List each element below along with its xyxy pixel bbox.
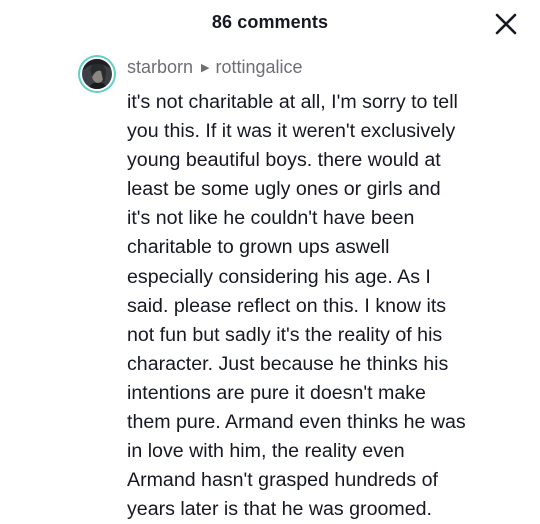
close-button[interactable] [494, 12, 518, 36]
author-name[interactable]: starborn [127, 57, 193, 77]
close-icon [495, 13, 517, 35]
comments-header: 86 comments [0, 0, 540, 48]
avatar-image [82, 59, 112, 89]
reply-to-name[interactable]: rottingalice [216, 57, 303, 77]
play-arrow-icon: ▶ [201, 62, 210, 74]
comment-author-line: starborn ▶ rottingalice [127, 55, 303, 82]
comments-count-title: 86 comments [211, 12, 329, 32]
avatar[interactable] [78, 55, 116, 93]
comment-text: it's not charitable at all, I'm sorry to… [127, 91, 466, 521]
